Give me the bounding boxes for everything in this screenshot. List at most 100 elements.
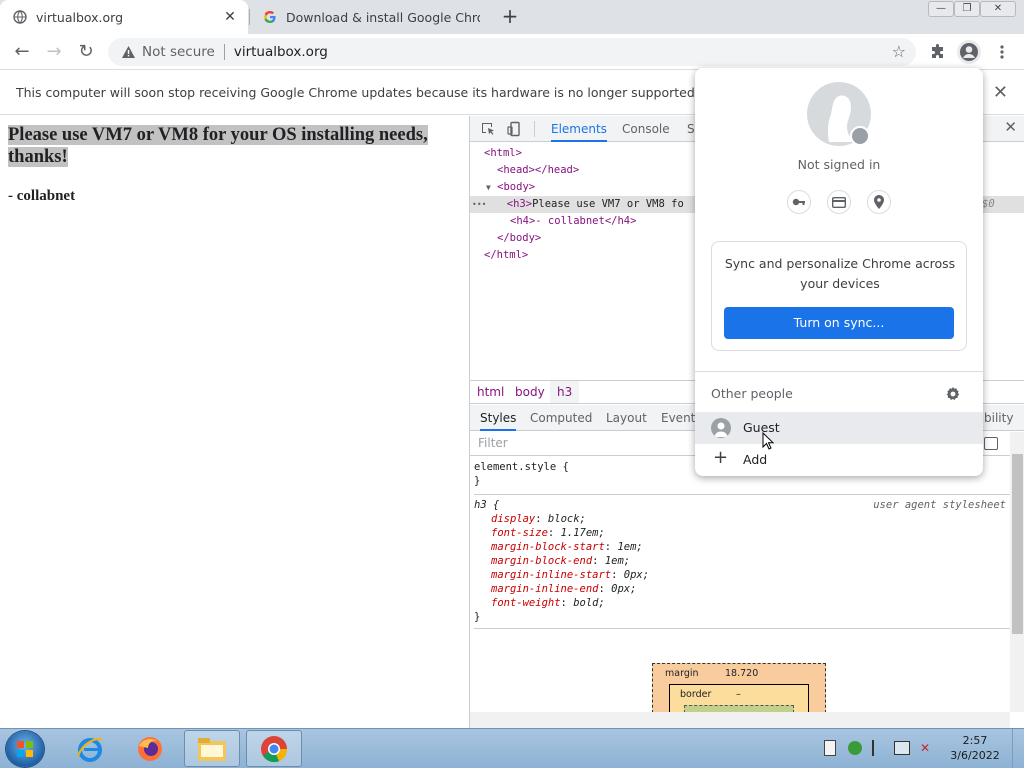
device-toolbar-icon[interactable] (506, 121, 522, 137)
tab-sources[interactable]: S (687, 116, 695, 142)
box-model-diagram[interactable]: margin 18.720 border – (652, 663, 826, 714)
menu-divider (695, 371, 983, 372)
security-label[interactable]: Not secure (142, 44, 215, 60)
taskbar-clock[interactable]: 2:57 3/6/2022 (944, 733, 1006, 763)
omnibox-divider (223, 44, 225, 60)
close-icon[interactable]: ✕ (1004, 118, 1017, 136)
bookmark-star-icon[interactable]: ☆ (892, 43, 906, 61)
profile-menu: Not signed in Sync and personalize Chrom… (695, 68, 983, 476)
notes-icon[interactable] (824, 740, 836, 756)
turn-on-sync-button[interactable]: Turn on sync... (724, 307, 954, 339)
tab-elements[interactable]: Elements (551, 116, 607, 142)
warning-icon[interactable] (120, 44, 136, 60)
sync-paused-icon (850, 126, 870, 146)
security-shield-icon[interactable] (848, 741, 862, 755)
chrome-taskbar-icon[interactable] (246, 730, 302, 767)
firefox-icon[interactable] (122, 730, 178, 767)
browser-toolbar: ← → ↻ Not secure virtualbox.org ☆ (0, 34, 1024, 70)
plus-icon: + (713, 447, 729, 468)
css-declaration[interactable]: margin-inline-end: 0px; (474, 582, 1010, 596)
google-icon (262, 9, 278, 25)
network-icon[interactable] (894, 741, 910, 755)
tab-strip: virtualbox.org ✕ Download & install Goog… (0, 0, 1024, 34)
breadcrumb-h3[interactable]: h3 (550, 381, 580, 403)
new-tab-button[interactable]: + (498, 5, 522, 29)
address-bar[interactable]: Not secure virtualbox.org ☆ (108, 38, 916, 66)
breadcrumb-body[interactable]: body (508, 381, 552, 403)
credit-card-icon[interactable] (827, 190, 851, 214)
back-button[interactable]: ← (10, 40, 34, 64)
volume-muted-icon[interactable]: ✕ (920, 741, 936, 755)
margin-value[interactable]: 18.720 (725, 668, 758, 679)
border-value[interactable]: – (736, 689, 741, 700)
sidebar-toggle-icon[interactable] (984, 437, 998, 450)
tab-computed[interactable]: Computed (530, 405, 592, 431)
box-model-border: border – (669, 684, 809, 714)
inspect-element-icon[interactable] (480, 121, 496, 137)
ellipsis-icon[interactable]: ••• (472, 200, 486, 209)
profile-avatar-icon[interactable] (957, 40, 981, 64)
guest-profile-item[interactable]: Guest (695, 412, 983, 444)
rule-divider (474, 494, 1010, 495)
expand-triangle-icon[interactable]: ▼ (486, 183, 491, 192)
horizontal-scrollbar[interactable] (470, 712, 1010, 728)
mouse-cursor-icon (762, 432, 774, 450)
url-text[interactable]: virtualbox.org (234, 44, 328, 60)
css-declaration[interactable]: display: block; (474, 512, 1010, 526)
sync-card: Sync and personalize Chrome across your … (711, 241, 967, 351)
location-pin-icon[interactable] (867, 190, 891, 214)
other-people-heading: Other people (711, 386, 793, 401)
tab-title: Download & install Google Chrome (286, 9, 480, 25)
tab-download-chrome[interactable]: Download & install Google Chrome (250, 0, 490, 34)
forward-button[interactable]: → (42, 40, 66, 64)
guest-avatar-icon (711, 418, 731, 438)
globe-icon (12, 9, 28, 25)
tab-accessibility[interactable]: bility (984, 405, 1013, 431)
tab-virtualbox[interactable]: virtualbox.org ✕ (0, 0, 248, 34)
css-declaration[interactable]: margin-inline-start: 0px; (474, 568, 1010, 582)
styles-scrollbar[interactable] (1010, 432, 1024, 712)
tab-console[interactable]: Console (622, 116, 670, 142)
tab-divider (534, 121, 535, 137)
css-declaration[interactable]: font-weight: bold; (474, 596, 1010, 610)
tab-layout[interactable]: Layout (606, 405, 647, 431)
tab-event-listeners[interactable]: Event (661, 405, 695, 431)
windows-taskbar: ✕ 2:57 3/6/2022 (0, 728, 1024, 768)
element-style-rule[interactable]: element.style { } (474, 460, 569, 488)
css-declaration[interactable]: font-size: 1.17em; (474, 526, 1010, 540)
close-icon[interactable]: ✕ (222, 9, 238, 25)
reload-button[interactable]: ↻ (74, 40, 98, 64)
restore-button[interactable]: ❐ (954, 1, 980, 17)
tab-title: virtualbox.org (36, 9, 124, 25)
window-close-button[interactable]: ✕ (980, 1, 1016, 17)
action-center-flag-icon[interactable] (872, 740, 884, 756)
show-desktop-button[interactable] (1012, 729, 1024, 768)
rule-divider (474, 628, 1010, 629)
css-declaration[interactable]: margin-block-start: 1em; (474, 540, 1010, 554)
clock-date: 3/6/2022 (950, 749, 1000, 762)
menu-kebab-icon[interactable] (990, 40, 1014, 64)
minimize-button[interactable]: — (928, 1, 954, 17)
internet-explorer-icon[interactable] (62, 730, 118, 767)
css-declaration[interactable]: margin-block-end: 1em; (474, 554, 1010, 568)
file-explorer-icon[interactable] (184, 730, 240, 767)
ua-stylesheet-label: user agent stylesheet (873, 499, 1006, 511)
start-button[interactable] (6, 731, 44, 767)
breadcrumb-html[interactable]: html (470, 381, 511, 403)
add-profile-item[interactable]: + Add (695, 444, 983, 474)
gear-icon[interactable] (945, 386, 961, 402)
infobar-message: This computer will soon stop receiving G… (16, 85, 699, 100)
web-page: Please use VM7 or VM8 for your OS instal… (0, 116, 470, 728)
close-icon[interactable]: ✕ (993, 83, 1008, 103)
scrollbar-thumb[interactable] (1012, 454, 1023, 634)
selected-ref: $0 (982, 198, 995, 210)
sign-in-status: Not signed in (797, 157, 881, 172)
h3-rule[interactable]: h3 { user agent stylesheet display: bloc… (474, 498, 1010, 624)
border-label: border (680, 689, 712, 700)
add-label: Add (743, 452, 768, 467)
margin-label: margin (665, 668, 699, 679)
extensions-puzzle-icon[interactable] (926, 40, 950, 64)
key-icon[interactable] (787, 190, 811, 214)
tab-styles[interactable]: Styles (480, 405, 517, 431)
sync-description: Sync and personalize Chrome across your … (724, 256, 956, 291)
